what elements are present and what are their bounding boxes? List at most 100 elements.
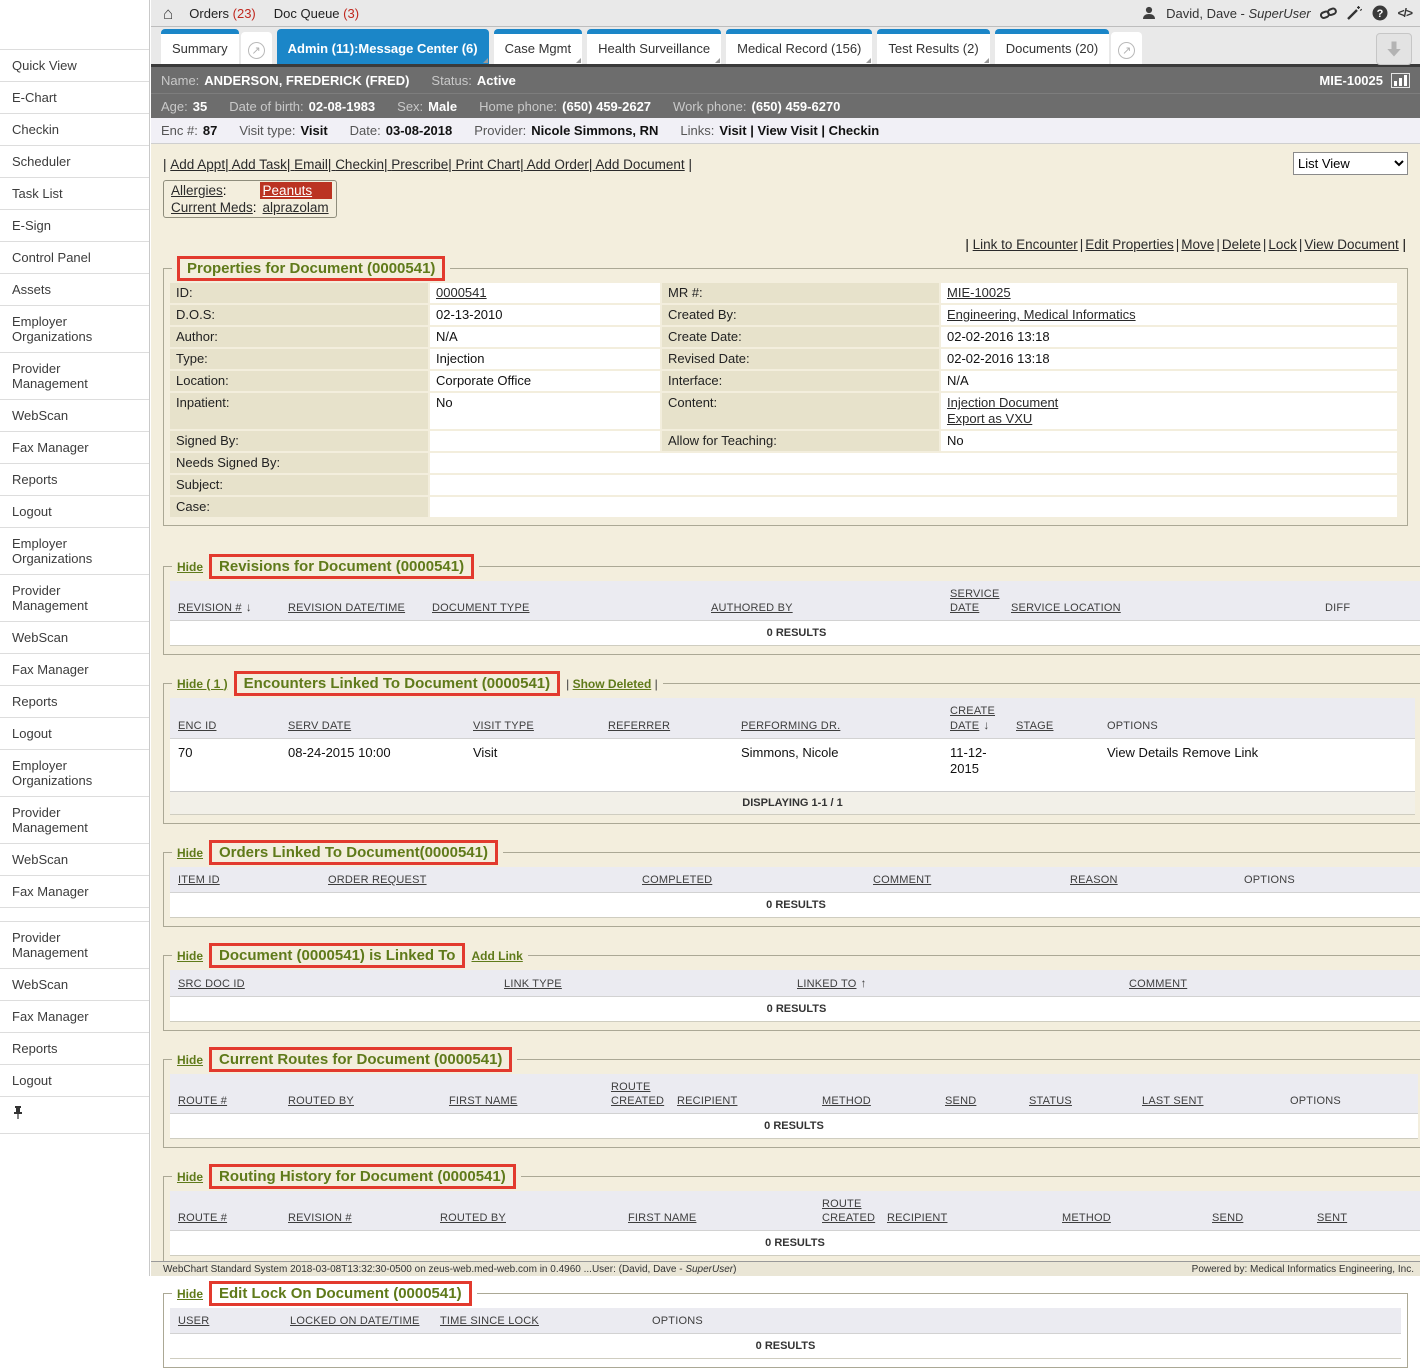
remove-link-link[interactable]: Remove Link bbox=[1182, 745, 1258, 760]
prescribe-link[interactable]: Prescribe bbox=[384, 157, 448, 172]
add-document-link[interactable]: Add Document bbox=[589, 157, 685, 172]
created-by-link[interactable]: Engineering, Medical Informatics bbox=[947, 307, 1136, 322]
allergies-link[interactable]: Allergies bbox=[171, 183, 223, 198]
sidebar-item-e-chart[interactable]: E-Chart bbox=[0, 82, 149, 114]
col-method[interactable]: METHOD bbox=[1062, 1211, 1212, 1225]
col-first-name[interactable]: FIRST NAME bbox=[449, 1094, 611, 1108]
col-last-sent[interactable]: LAST SENT bbox=[1142, 1094, 1290, 1108]
link-to-encounter-link[interactable]: Link to Encounter bbox=[973, 237, 1078, 252]
add-task-link[interactable]: Add Task bbox=[225, 157, 287, 172]
sidebar-item-quick-view[interactable]: Quick View bbox=[0, 50, 149, 82]
col-recipient[interactable]: RECIPIENT bbox=[677, 1094, 822, 1108]
sidebar-item-task-list[interactable]: Task List bbox=[0, 178, 149, 210]
tab-documents-popout[interactable]: ↗ bbox=[1111, 32, 1142, 64]
checkin-link[interactable]: Checkin bbox=[328, 157, 384, 172]
scroll-down-button[interactable] bbox=[1376, 33, 1412, 65]
col-document-type[interactable]: DOCUMENT TYPE bbox=[432, 601, 711, 615]
add-link-link[interactable]: Add Link bbox=[471, 949, 522, 963]
edit-properties-link[interactable]: Edit Properties bbox=[1078, 237, 1174, 252]
col-user[interactable]: USER bbox=[178, 1314, 290, 1328]
col-link-type[interactable]: LINK TYPE bbox=[504, 977, 797, 991]
delete-link[interactable]: Delete bbox=[1214, 237, 1261, 252]
tab-medical-record[interactable]: Medical Record (156) bbox=[726, 29, 872, 64]
col-first-name[interactable]: FIRST NAME bbox=[628, 1211, 822, 1225]
hide-orders-link[interactable]: Hide bbox=[177, 846, 203, 860]
tab-health-surveillance[interactable]: Health Surveillance bbox=[587, 29, 721, 64]
col-routed-by[interactable]: ROUTED BY bbox=[440, 1211, 628, 1225]
sidebar-item-scheduler[interactable]: Scheduler bbox=[0, 146, 149, 178]
col-reason[interactable]: REASON bbox=[1070, 873, 1244, 887]
tab-case-mgmt[interactable]: Case Mgmt bbox=[494, 29, 582, 64]
col-comment[interactable]: COMMENT bbox=[873, 873, 1070, 887]
sidebar-item-webscan[interactable]: WebScan bbox=[0, 969, 149, 1001]
col-send[interactable]: SEND bbox=[945, 1094, 1029, 1108]
add-appt-link[interactable]: Add Appt bbox=[170, 157, 225, 172]
col-routed-by[interactable]: ROUTED BY bbox=[288, 1094, 449, 1108]
user-menu[interactable]: David, Dave - SuperUser bbox=[1166, 6, 1311, 21]
hide-linked-to-link[interactable]: Hide bbox=[177, 949, 203, 963]
col-time-since-lock[interactable]: TIME SINCE LOCK bbox=[440, 1314, 652, 1328]
help-icon[interactable]: ? bbox=[1372, 5, 1389, 22]
sidebar-item-checkin[interactable]: Checkin bbox=[0, 114, 149, 146]
email-link[interactable]: Email bbox=[287, 157, 328, 172]
col-service-date[interactable]: SERVICE DATE bbox=[950, 587, 1011, 615]
sidebar-item-reports[interactable]: Reports bbox=[0, 464, 149, 496]
col-stage[interactable]: STAGE bbox=[1016, 719, 1107, 733]
current-meds-link[interactable]: Current Meds bbox=[171, 200, 253, 215]
sidebar-item-reports[interactable]: Reports bbox=[0, 1033, 149, 1065]
wand-icon[interactable] bbox=[1346, 5, 1363, 22]
col-src-doc-id[interactable]: SRC DOC ID bbox=[178, 977, 504, 991]
sidebar-item-provider-management[interactable]: Provider Management bbox=[0, 575, 149, 622]
med-alprazolam-link[interactable]: alprazolam bbox=[263, 200, 329, 215]
sidebar-item-control-panel[interactable]: Control Panel bbox=[0, 242, 149, 274]
export-vxu-link[interactable]: Export as VXU bbox=[947, 411, 1032, 426]
col-authored-by[interactable]: AUTHORED BY bbox=[711, 601, 950, 615]
injection-document-link[interactable]: Injection Document bbox=[947, 395, 1058, 410]
col-revision-num[interactable]: REVISION #↓ bbox=[178, 600, 288, 615]
print-chart-link[interactable]: Print Chart bbox=[448, 157, 520, 172]
tab-documents[interactable]: Documents (20) bbox=[995, 29, 1109, 64]
col-route-num[interactable]: ROUTE # bbox=[178, 1211, 288, 1225]
sidebar-item-webscan[interactable]: WebScan bbox=[0, 844, 149, 876]
sidebar-item-assets[interactable]: Assets bbox=[0, 274, 149, 306]
hide-current-routes-link[interactable]: Hide bbox=[177, 1053, 203, 1067]
code-icon[interactable]: </> bbox=[1398, 6, 1412, 20]
col-item-id[interactable]: ITEM ID bbox=[178, 873, 328, 887]
tab-summary[interactable]: Summary bbox=[161, 29, 239, 64]
col-referrer[interactable]: REFERRER bbox=[608, 719, 741, 733]
sidebar-item-clipped[interactable] bbox=[0, 908, 149, 922]
hide-edit-lock-link[interactable]: Hide bbox=[177, 1287, 203, 1301]
col-performing-dr[interactable]: PERFORMING DR. bbox=[741, 719, 950, 733]
sidebar-item-fax-manager[interactable]: Fax Manager bbox=[0, 654, 149, 686]
col-route-created[interactable]: ROUTE CREATED bbox=[611, 1080, 677, 1108]
view-details-link[interactable]: View Details bbox=[1107, 745, 1178, 760]
home-icon[interactable]: ⌂ bbox=[163, 5, 173, 22]
sidebar-item-provider-management[interactable]: Provider Management bbox=[0, 797, 149, 844]
col-linked-to[interactable]: LINKED TO↑ bbox=[797, 976, 1129, 991]
hide-revisions-link[interactable]: Hide bbox=[177, 560, 203, 574]
show-deleted-link[interactable]: Show Deleted bbox=[573, 677, 652, 691]
col-method[interactable]: METHOD bbox=[822, 1094, 945, 1108]
sidebar-item-provider-management[interactable]: Provider Management bbox=[0, 353, 149, 400]
sidebar-item-employer-organizations[interactable]: Employer Organizations bbox=[0, 750, 149, 797]
view-mode-select[interactable]: List View bbox=[1293, 152, 1408, 175]
col-service-location[interactable]: SERVICE LOCATION bbox=[1011, 601, 1325, 615]
sidebar-item-logout[interactable]: Logout bbox=[0, 496, 149, 528]
sidebar-item-fax-manager[interactable]: Fax Manager bbox=[0, 1001, 149, 1033]
mr-number-link[interactable]: MIE-10025 bbox=[947, 285, 1011, 300]
sidebar-item-employer-organizations[interactable]: Employer Organizations bbox=[0, 528, 149, 575]
col-sent[interactable]: SENT bbox=[1317, 1211, 1412, 1225]
col-status[interactable]: STATUS bbox=[1029, 1094, 1142, 1108]
sidebar-item-webscan[interactable]: WebScan bbox=[0, 622, 149, 654]
chart-graph-icon[interactable] bbox=[1391, 73, 1410, 88]
hide-encounters-link[interactable]: Hide ( 1 ) bbox=[177, 677, 228, 691]
sidebar-item-employer-organizations[interactable]: Employer Organizations bbox=[0, 306, 149, 353]
col-completed[interactable]: COMPLETED bbox=[642, 873, 873, 887]
tab-summary-popout[interactable]: ↗ bbox=[241, 32, 272, 64]
view-document-link[interactable]: View Document bbox=[1297, 237, 1399, 252]
nav-doc-queue[interactable]: Doc Queue (3) bbox=[274, 6, 359, 21]
move-link[interactable]: Move bbox=[1174, 237, 1215, 252]
col-recipient[interactable]: RECIPIENT bbox=[887, 1211, 1062, 1225]
col-comment[interactable]: COMMENT bbox=[1129, 977, 1415, 991]
doc-id-link[interactable]: 0000541 bbox=[436, 285, 487, 300]
